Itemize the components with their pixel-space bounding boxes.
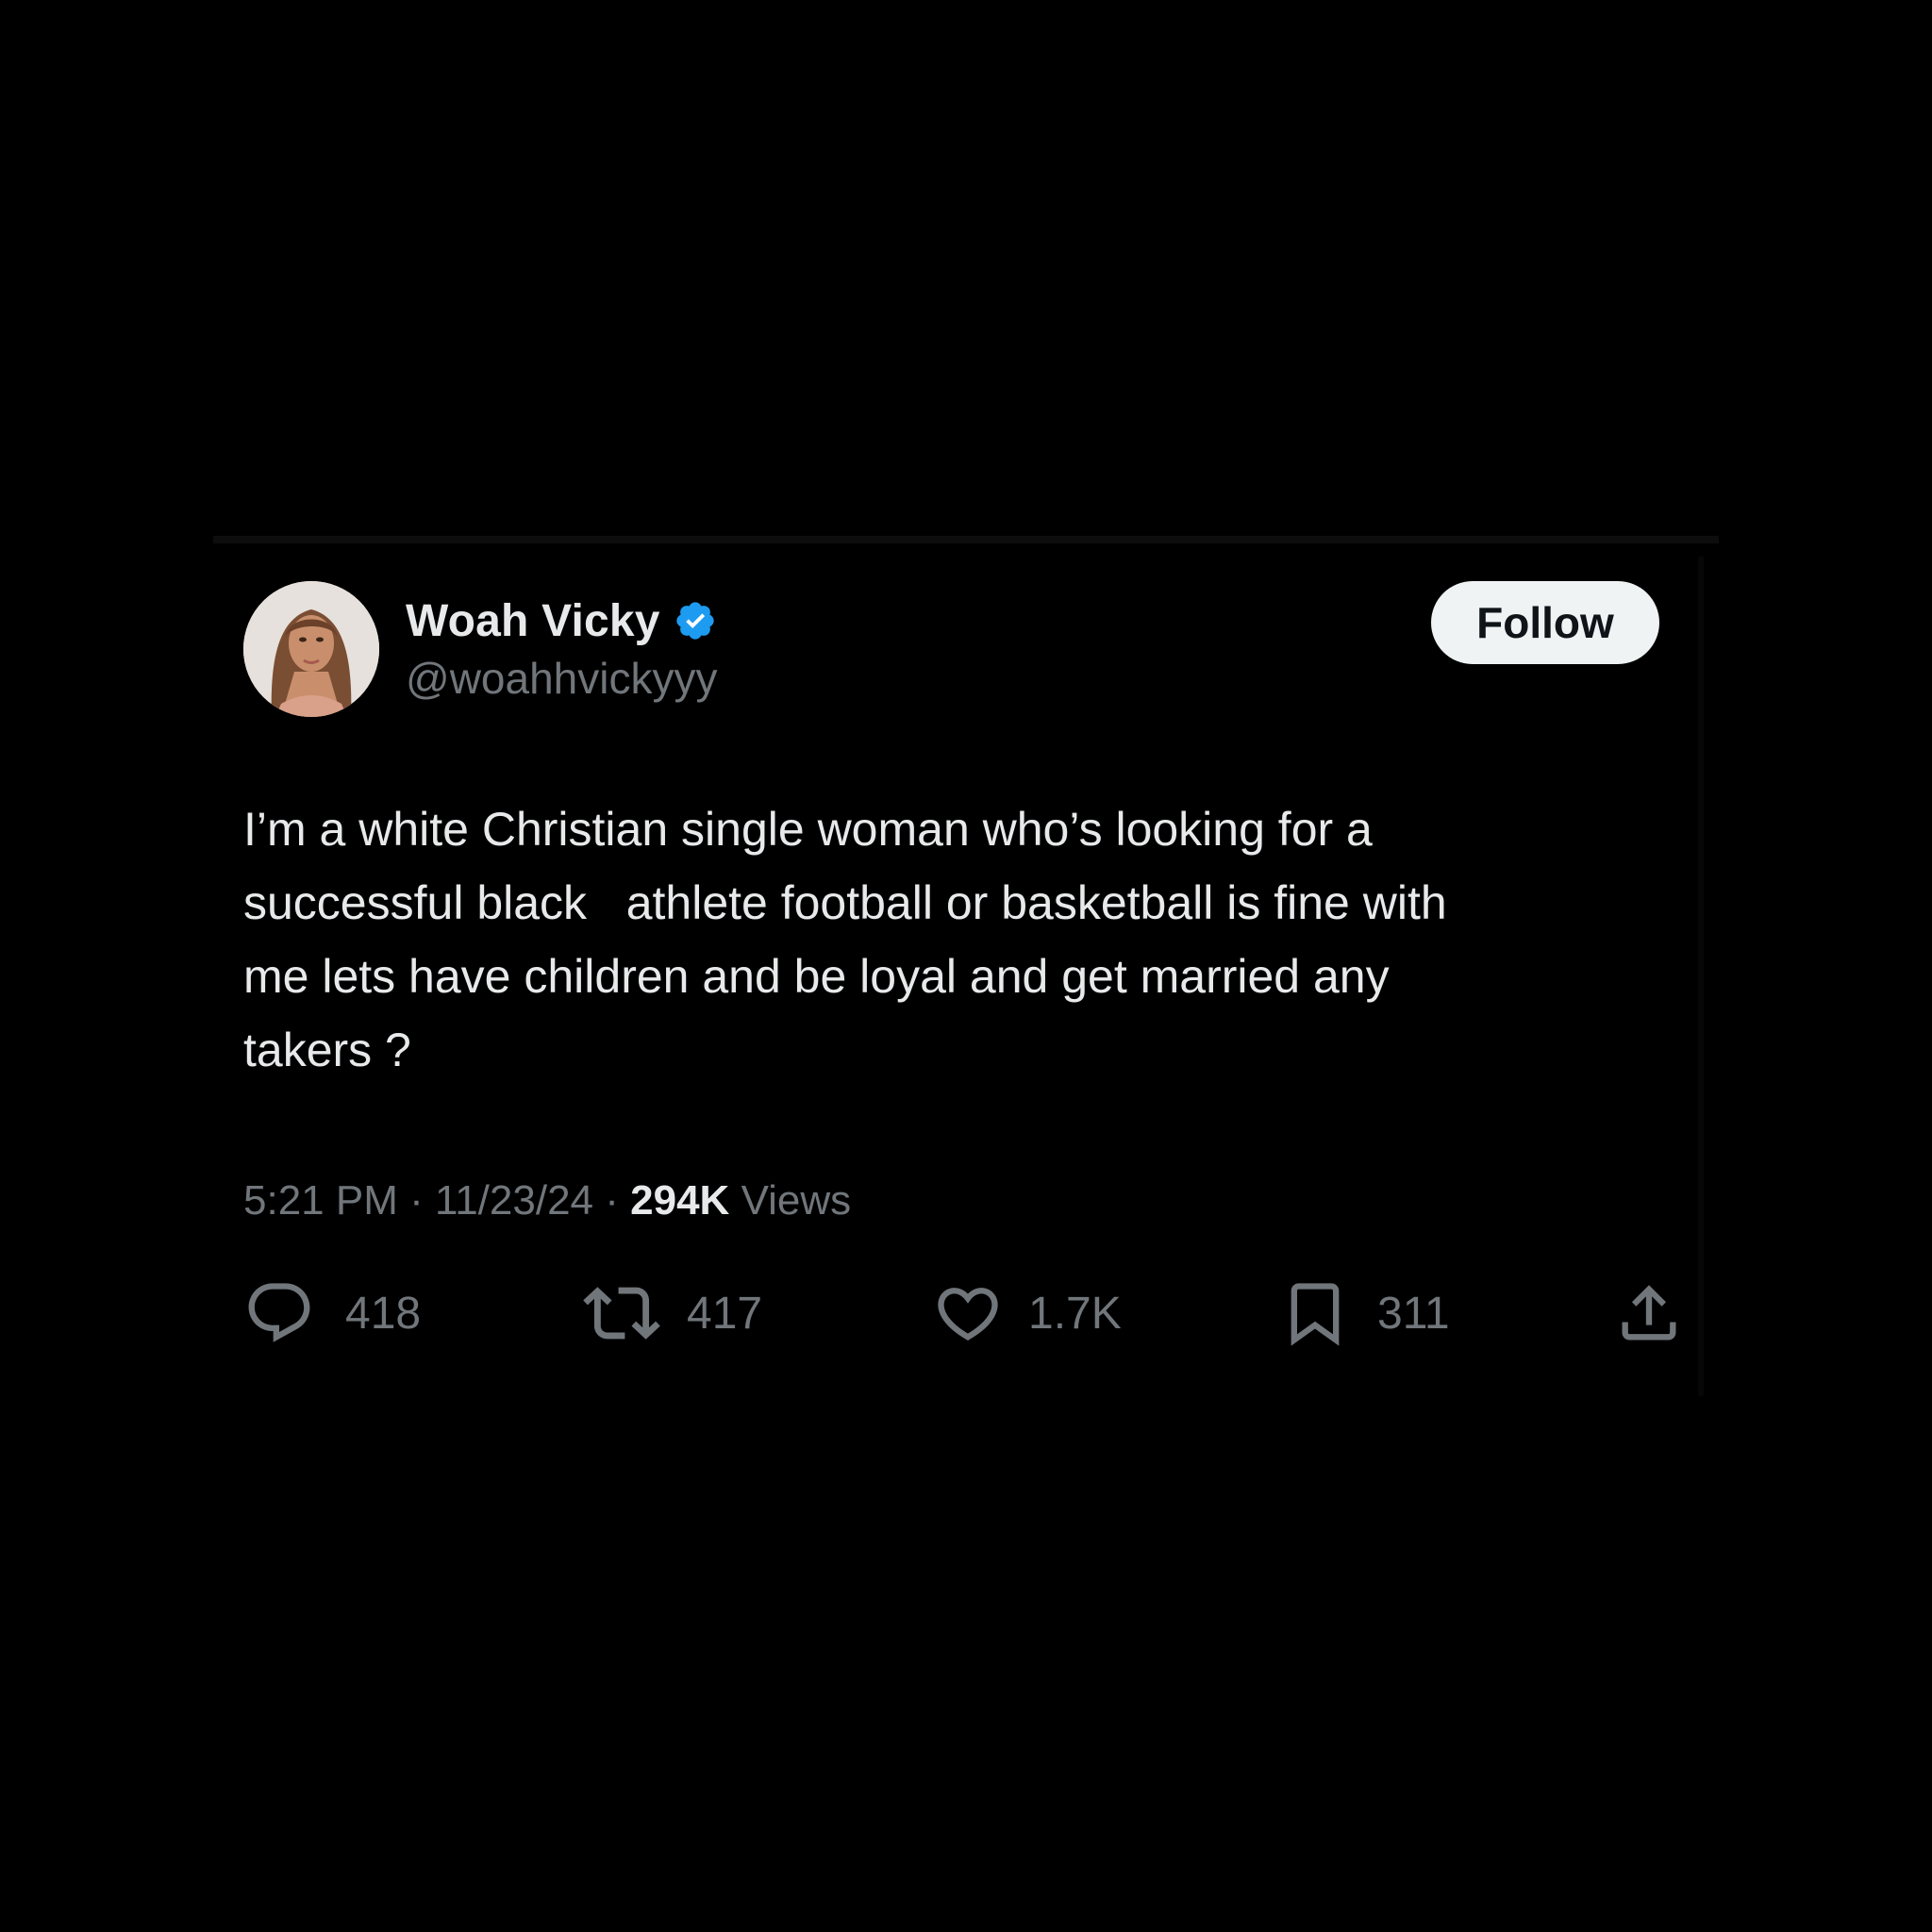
like-icon [938,1288,998,1341]
share-icon [1622,1285,1676,1341]
meta-separator: · [409,1177,424,1224]
author-name-row: Woah Vicky [406,591,717,651]
repost-icon [583,1287,660,1340]
like-count: 1.7K [1028,1288,1122,1339]
reply-icon [248,1283,310,1342]
right-divider [1698,557,1704,1396]
tweet-text: I’m a white Christian single woman who’s… [243,803,1447,1076]
views-label: Views [741,1177,852,1224]
bookmark-icon [1291,1283,1340,1346]
reply-count: 418 [345,1288,422,1339]
bookmark-button[interactable]: 311 [1279,1275,1450,1351]
verified-badge-icon [674,599,717,642]
bookmark-count: 311 [1377,1288,1450,1339]
repost-count: 417 [687,1288,763,1339]
tweet-date[interactable]: 11/23/24 [435,1177,593,1224]
author-handle[interactable]: @woahhvickyyy [406,653,717,704]
reply-button[interactable]: 418 [243,1275,421,1351]
profile-photo [243,581,379,717]
tweet-card: Woah Vicky @woahhvickyyy Follow I’m a wh… [243,581,1687,1364]
tweet-time[interactable]: 5:21 PM [243,1177,398,1224]
tweet-meta: 5:21 PM · 11/23/24 · 294K Views [243,1177,851,1224]
like-button[interactable]: 1.7K [932,1275,1122,1351]
action-bar: 418 417 1.7K 311 [243,1275,1687,1351]
share-button[interactable] [1613,1275,1685,1351]
meta-separator: · [605,1177,619,1224]
top-divider [213,536,1719,543]
avatar[interactable] [243,581,379,717]
repost-button[interactable]: 417 [583,1275,762,1351]
display-name[interactable]: Woah Vicky [406,595,660,647]
views-count: 294K [630,1177,730,1224]
follow-button[interactable]: Follow [1431,581,1659,664]
